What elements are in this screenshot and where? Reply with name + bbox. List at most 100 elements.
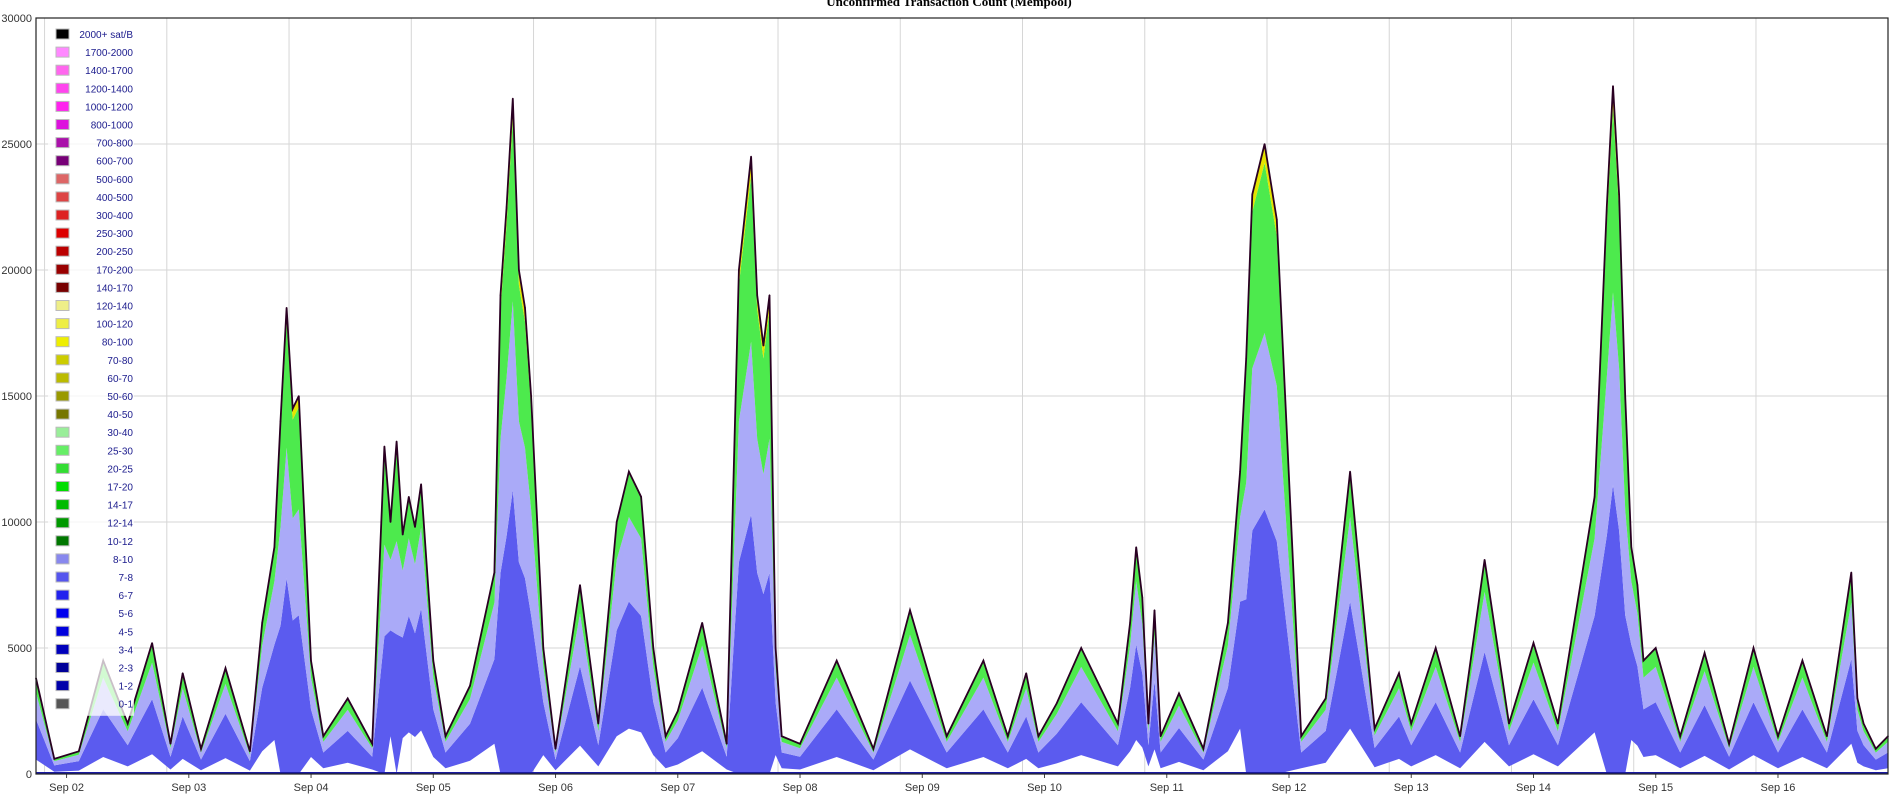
legend-swatch [55, 155, 70, 167]
legend-label: 7-8 [119, 573, 134, 584]
data-point [181, 672, 184, 674]
data-point [1752, 647, 1755, 649]
legend-label: 2-3 [119, 664, 134, 675]
data-point [835, 659, 838, 662]
data-point [1459, 735, 1461, 737]
x-tick-label: Sep 03 [171, 782, 206, 794]
legend-label: 10-12 [107, 537, 133, 548]
legend-label: 70-80 [107, 356, 133, 367]
legend-swatch [55, 481, 70, 492]
legend-label: 1400-1700 [85, 66, 133, 77]
legend-label: 300-400 [96, 211, 133, 222]
legend-swatch [55, 662, 70, 673]
legend-swatch [55, 390, 70, 402]
data-point [1349, 470, 1351, 473]
y-tick-label: 25000 [1, 139, 32, 151]
data-point [291, 407, 294, 410]
data-point [401, 533, 404, 536]
data-point [1856, 697, 1859, 700]
data-point [872, 748, 875, 750]
data-point [1801, 659, 1804, 662]
data-point [1434, 647, 1437, 649]
data-point [1862, 722, 1865, 725]
x-tick-label: Sep 07 [660, 782, 695, 794]
data-point [322, 735, 325, 737]
data-point [982, 659, 985, 662]
x-tick-label: Sep 06 [538, 782, 573, 794]
data-point [1593, 496, 1596, 498]
data-point [1147, 722, 1150, 725]
legend-label: 30-40 [107, 428, 133, 439]
legend-swatch [55, 28, 70, 40]
data-point [701, 622, 703, 624]
data-point [395, 440, 398, 443]
legend-label: 120-140 [96, 302, 133, 313]
data-point [1532, 642, 1535, 644]
legend-swatch [55, 64, 70, 76]
legend-label: 1-2 [119, 682, 134, 693]
data-point [78, 750, 80, 753]
data-point [628, 470, 630, 473]
data-point [1642, 659, 1645, 662]
legend-swatch [55, 571, 70, 583]
data-point [1263, 143, 1266, 145]
data-point [554, 748, 557, 750]
legend-swatch [55, 300, 70, 311]
legend-swatch [55, 100, 70, 112]
legend-swatch [55, 643, 70, 655]
data-point [469, 685, 471, 687]
data-point [414, 526, 416, 528]
y-tick-label: 20000 [1, 265, 32, 277]
data-point [1055, 702, 1058, 705]
data-point [1630, 546, 1633, 548]
y-tick-label: 15000 [1, 391, 32, 403]
y-tick-label: 30000 [1, 13, 32, 25]
data-point [1324, 697, 1327, 700]
legend-label: 1700-2000 [85, 48, 133, 59]
legend-swatch [55, 281, 70, 293]
data-point [151, 642, 153, 644]
legend-swatch [55, 82, 70, 94]
x-tick-label: Sep 15 [1638, 782, 1673, 794]
legend-label: 250-300 [96, 229, 133, 240]
legend-label: 6-7 [119, 591, 134, 602]
data-point [664, 735, 667, 737]
data-point [1025, 672, 1027, 674]
legend-label: 80-100 [102, 338, 134, 349]
legend-label: 140-170 [96, 283, 133, 294]
legend: 2000+ sat/B 1700-2000 1400-1700 1200-1400 10… [48, 24, 134, 716]
data-point [1239, 470, 1241, 473]
legend-swatch [55, 499, 70, 511]
data-point [1117, 722, 1119, 725]
legend-label: 4-5 [119, 627, 134, 638]
legend-swatch [55, 46, 70, 58]
data-point [774, 647, 777, 649]
legend-label: 20-25 [107, 464, 133, 475]
data-point [1153, 609, 1156, 611]
data-point [53, 758, 56, 760]
legend-swatch [55, 372, 70, 384]
legend-swatch [55, 535, 70, 547]
data-point [1373, 727, 1376, 730]
mempool-chart: 0 5000 10000 15000 20000 25000 30000 Sep 02 Sep … [1, 13, 1889, 794]
y-tick-label: 0 [26, 769, 32, 781]
x-tick-label: Sep 13 [1394, 782, 1429, 794]
data-point [768, 294, 771, 297]
legend-label: 5-6 [119, 609, 134, 620]
data-point [780, 735, 783, 737]
data-point [1777, 735, 1779, 737]
legend-swatch [55, 119, 70, 130]
data-point [1654, 647, 1657, 649]
legend-swatch [55, 462, 70, 474]
data-point [1202, 748, 1205, 750]
data-point [640, 496, 642, 498]
data-point [1606, 206, 1608, 208]
data-point [1508, 722, 1510, 725]
legend-swatch [55, 408, 70, 420]
data-point [615, 521, 618, 523]
y-tick-label: 5000 [8, 643, 32, 655]
data-point [677, 710, 679, 712]
legend-label: 700-800 [96, 139, 133, 150]
legend-label: 170-200 [96, 265, 133, 276]
data-point [1875, 748, 1877, 750]
